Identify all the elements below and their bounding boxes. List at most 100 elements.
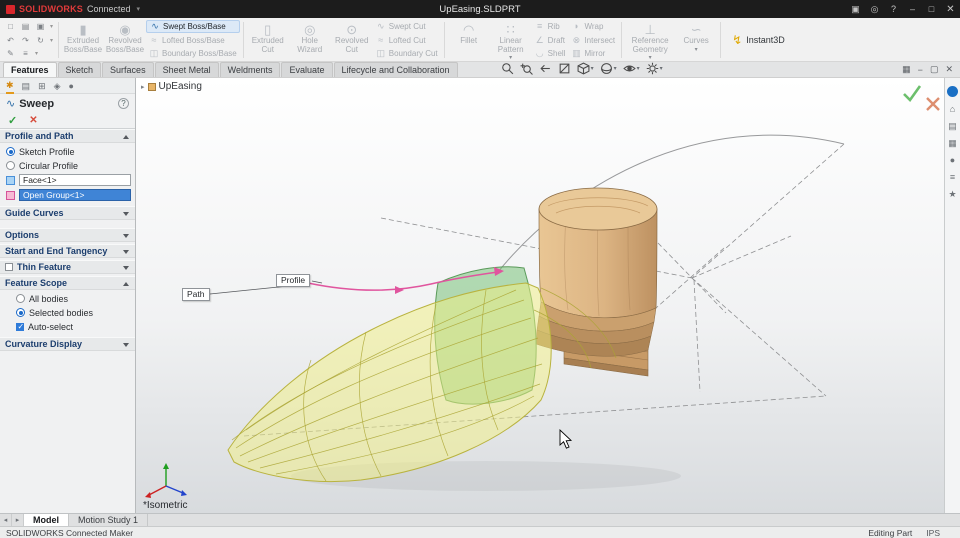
lofted-boss-base-button[interactable]: ≈ Lofted Boss/Base bbox=[146, 34, 240, 47]
instant3d-button[interactable]: ↯ Instant3D bbox=[724, 20, 793, 60]
pm-tab-display-manager[interactable]: ● bbox=[69, 79, 74, 93]
help-icon[interactable]: ? bbox=[884, 0, 903, 18]
rib-button[interactable]: ≡ Rib bbox=[532, 20, 569, 33]
draft-button[interactable]: ∠ Draft bbox=[532, 34, 569, 47]
view-settings-icon[interactable]: ▾ bbox=[646, 62, 663, 75]
path-selection-field[interactable]: Open Group<1> bbox=[19, 189, 131, 201]
tab-weldments[interactable]: Weldments bbox=[219, 62, 281, 77]
viewport-canvas[interactable] bbox=[136, 78, 944, 513]
tab-sheet-metal[interactable]: Sheet Metal bbox=[154, 62, 219, 77]
taskpane-3dexperience-icon[interactable] bbox=[947, 86, 958, 97]
maximize-icon[interactable]: □ bbox=[922, 0, 941, 18]
radio-selected-bodies[interactable]: Selected bodies bbox=[16, 307, 131, 318]
tab-lifecycle-and-collaboration[interactable]: Lifecycle and Collaboration bbox=[333, 62, 458, 77]
taskpane-resources-icon[interactable]: ⌂ bbox=[950, 104, 955, 114]
chevron-down-icon[interactable]: ▾ bbox=[137, 5, 141, 13]
pm-tab-property-manager[interactable]: ✱ bbox=[6, 78, 14, 94]
extruded-cut-button[interactable]: ▯ Extruded Cut bbox=[247, 20, 289, 60]
taskpane-custom-properties-icon[interactable]: ≡ bbox=[950, 172, 955, 182]
edit-icon[interactable]: ✎ bbox=[5, 49, 16, 58]
hole-wizard-button[interactable]: ◎ Hole Wizard bbox=[289, 20, 331, 60]
section-curvature-display[interactable]: Curvature Display bbox=[0, 337, 135, 351]
open-document-icon[interactable]: ▤ bbox=[20, 22, 31, 31]
pm-tab-feature-manager[interactable]: ▤ bbox=[22, 79, 31, 93]
tab-evaluate[interactable]: Evaluate bbox=[281, 62, 333, 77]
swept-boss-base-button[interactable]: ∿ Swept Boss/Base bbox=[146, 20, 240, 33]
reference-geometry-button[interactable]: ⊥ Reference Geometry ▾ bbox=[625, 20, 675, 61]
share-icon[interactable]: ▣ bbox=[846, 0, 865, 18]
pm-help-icon[interactable]: ? bbox=[118, 98, 129, 109]
swept-cut-button[interactable]: ∿ Swept Cut bbox=[373, 20, 441, 33]
taskpane-appearances-icon[interactable]: ● bbox=[950, 155, 955, 165]
radio-sketch-profile[interactable]: Sketch Profile bbox=[6, 146, 131, 157]
app-menu[interactable]: SOLIDWORKS Connected ▾ bbox=[0, 4, 140, 14]
lofted-cut-button[interactable]: ≈ Lofted Cut bbox=[373, 34, 441, 47]
options-icon[interactable]: ≡ bbox=[20, 49, 31, 58]
save-icon[interactable]: ▣ bbox=[35, 22, 46, 31]
mirror-button[interactable]: ▥ Mirror bbox=[568, 47, 618, 60]
path-callout[interactable]: Path bbox=[182, 288, 210, 301]
section-view-icon[interactable] bbox=[558, 62, 571, 75]
tab-features[interactable]: Features bbox=[3, 62, 57, 77]
chevron-down-icon[interactable]: ▾ bbox=[660, 65, 663, 72]
account-icon[interactable]: ◎ bbox=[865, 0, 884, 18]
wrap-button[interactable]: ◗ Wrap bbox=[568, 20, 618, 33]
revolved-boss-base-button[interactable]: ◉ Revolved Boss/Base bbox=[104, 20, 146, 60]
section-guide-curves[interactable]: Guide Curves bbox=[0, 206, 135, 220]
restore-pane-icon[interactable]: ▢ bbox=[930, 64, 939, 75]
split-view-icon[interactable]: ▦ bbox=[902, 64, 911, 75]
zoom-to-fit-icon[interactable] bbox=[501, 62, 514, 75]
chevron-down-icon[interactable]: ▾ bbox=[50, 37, 53, 44]
graphics-viewport[interactable]: ▸ UpEasing Profile Path *Isometric bbox=[136, 78, 944, 513]
previous-view-icon[interactable] bbox=[539, 62, 552, 75]
rebuild-icon[interactable]: ↻ bbox=[35, 36, 46, 45]
extruded-boss-base-button[interactable]: ▮ Extruded Boss/Base bbox=[62, 20, 104, 60]
tab-sketch[interactable]: Sketch bbox=[57, 62, 102, 77]
taskpane-favorites-icon[interactable]: ★ bbox=[948, 189, 956, 199]
section-start-end-tangency[interactable]: Start and End Tangency bbox=[0, 244, 135, 258]
shell-button[interactable]: ◡ Shell bbox=[532, 47, 569, 60]
tab-scroll-left-icon[interactable]: ◂ bbox=[0, 514, 12, 526]
radio-circular-profile[interactable]: Circular Profile bbox=[6, 160, 131, 171]
redo-icon[interactable]: ↷ bbox=[20, 36, 31, 45]
section-options[interactable]: Options bbox=[0, 228, 135, 242]
pm-tab-dimxpert-manager[interactable]: ◈ bbox=[54, 79, 61, 93]
minimize-pane-icon[interactable]: − bbox=[918, 65, 923, 75]
tab-model[interactable]: Model bbox=[24, 514, 69, 526]
zoom-to-area-icon[interactable] bbox=[520, 62, 533, 75]
taskpane-design-library-icon[interactable]: ▤ bbox=[948, 121, 957, 131]
status-units[interactable]: IPS bbox=[926, 528, 954, 538]
curves-button[interactable]: ∽ Curves ▾ bbox=[675, 20, 717, 60]
tab-scroll-right-icon[interactable]: ▸ bbox=[12, 514, 24, 526]
section-thin-feature[interactable]: Thin Feature bbox=[0, 260, 135, 274]
section-feature-scope[interactable]: Feature Scope bbox=[0, 276, 135, 290]
profile-selection-field[interactable]: Face<1> bbox=[19, 174, 131, 186]
close-icon[interactable]: ✕ bbox=[941, 0, 960, 18]
revolved-cut-button[interactable]: ⊙ Revolved Cut bbox=[331, 20, 373, 60]
fillet-button[interactable]: ◠ Fillet bbox=[448, 20, 490, 60]
view-orientation-icon[interactable]: ▾ bbox=[577, 62, 594, 75]
boundary-boss-base-button[interactable]: ◫ Boundary Boss/Base bbox=[146, 48, 240, 61]
breadcrumb[interactable]: ▸ UpEasing bbox=[141, 81, 202, 92]
boundary-cut-button[interactable]: ◫ Boundary Cut bbox=[373, 47, 441, 60]
chevron-down-icon[interactable]: ▾ bbox=[35, 50, 38, 57]
checkbox-auto-select[interactable]: Auto-select bbox=[16, 321, 131, 332]
close-pane-icon[interactable]: ✕ bbox=[945, 64, 953, 75]
taskpane-file-explorer-icon[interactable]: ▦ bbox=[948, 138, 957, 148]
profile-callout[interactable]: Profile bbox=[276, 274, 311, 287]
accept-button[interactable]: ✓ bbox=[8, 114, 17, 127]
chevron-down-icon[interactable]: ▾ bbox=[637, 65, 640, 72]
new-document-icon[interactable]: □ bbox=[5, 22, 16, 31]
radio-all-bodies[interactable]: All bodies bbox=[16, 293, 131, 304]
tab-motion-study-1[interactable]: Motion Study 1 bbox=[69, 514, 149, 526]
chevron-down-icon[interactable]: ▾ bbox=[50, 23, 53, 30]
undo-icon[interactable]: ↶ bbox=[5, 36, 16, 45]
chevron-down-icon[interactable]: ▾ bbox=[614, 65, 617, 72]
minimize-icon[interactable]: – bbox=[903, 0, 922, 18]
thin-feature-checkbox[interactable] bbox=[5, 263, 13, 271]
section-profile-and-path[interactable]: Profile and Path bbox=[0, 129, 135, 143]
model-body[interactable] bbox=[535, 187, 658, 357]
display-style-icon[interactable]: ▾ bbox=[600, 62, 617, 75]
linear-pattern-button[interactable]: ∷ Linear Pattern ▾ bbox=[490, 20, 532, 61]
chevron-down-icon[interactable]: ▾ bbox=[591, 65, 594, 72]
